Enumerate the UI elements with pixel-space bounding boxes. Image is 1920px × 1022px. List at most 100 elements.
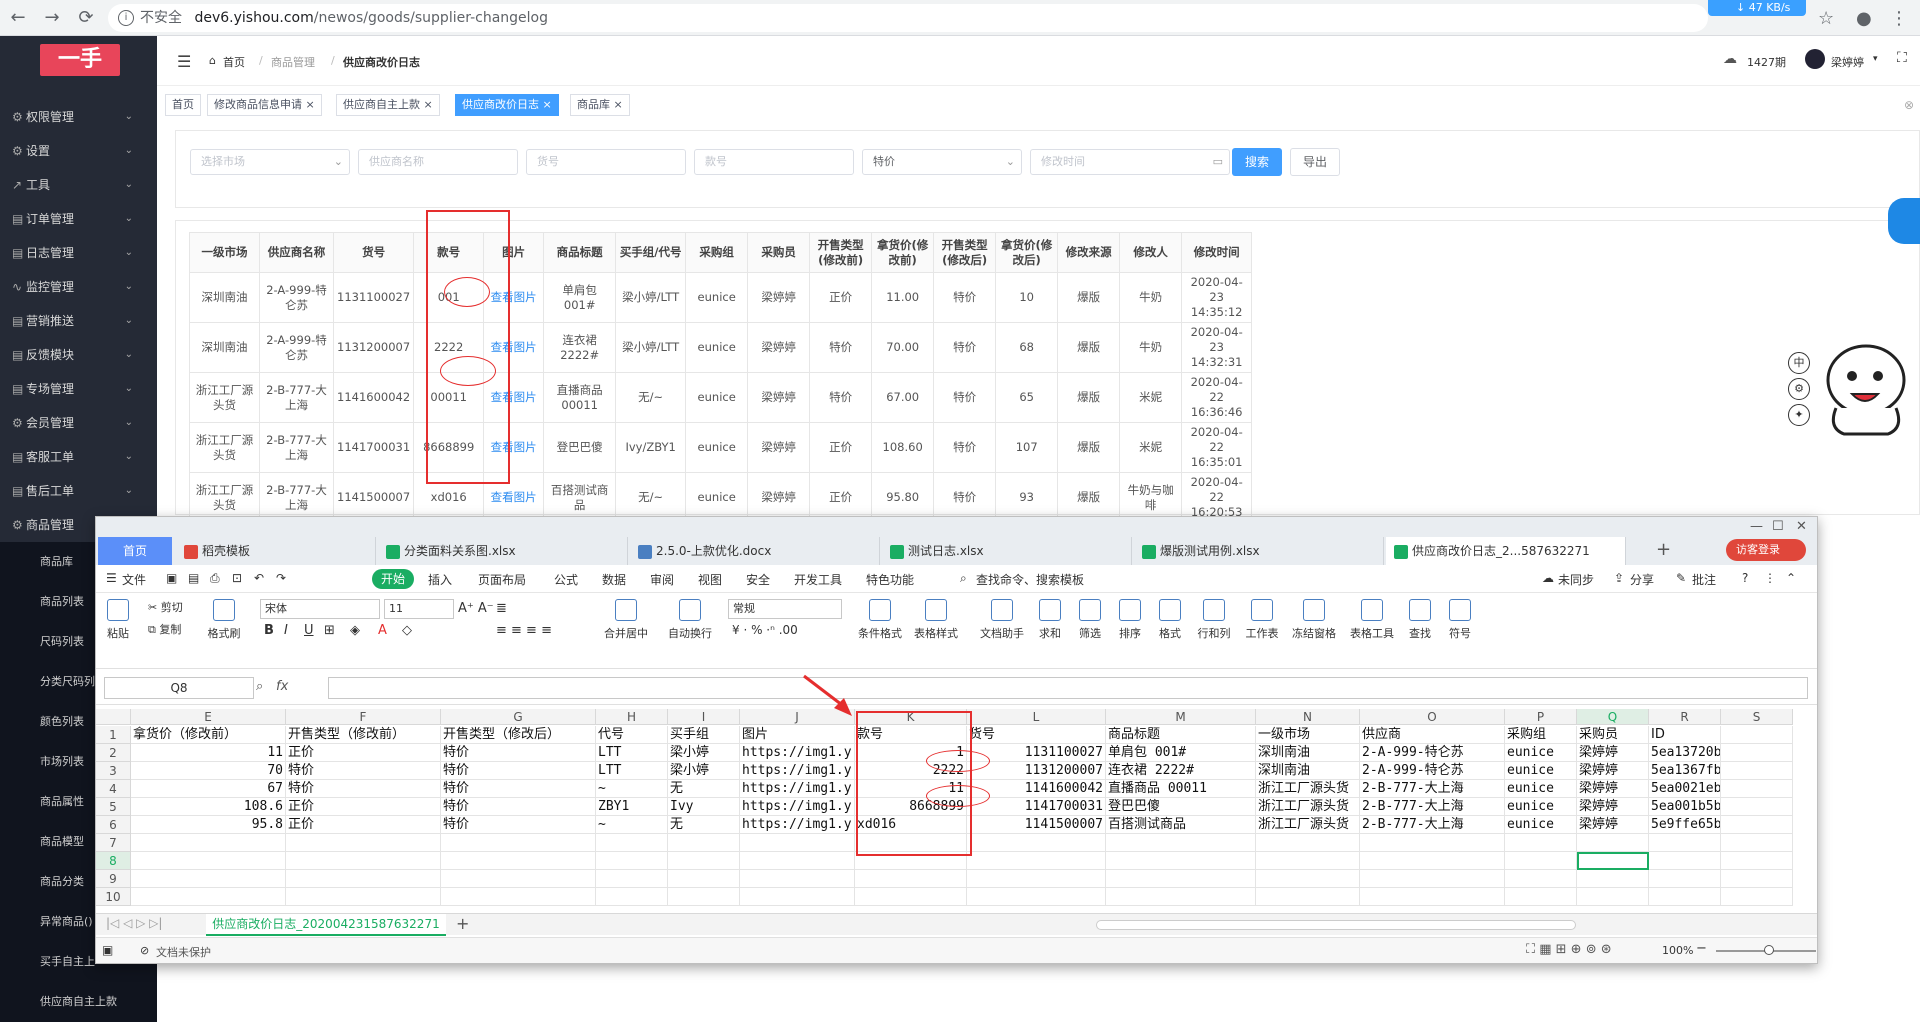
sheet-cell[interactable] xyxy=(967,852,1106,870)
sheet-cell[interactable] xyxy=(1360,888,1505,906)
column-header[interactable]: L xyxy=(967,709,1106,725)
sheet-cell[interactable]: 拿货价（修改前） xyxy=(131,726,286,744)
sheet-cell[interactable]: 95.8 xyxy=(131,816,286,834)
sheet-cell[interactable]: 深圳南油 xyxy=(1256,762,1360,780)
sheet-cell[interactable]: 梁婷婷 xyxy=(1577,816,1649,834)
visitor-login-button[interactable]: 访客登录 xyxy=(1726,539,1806,561)
sum-button[interactable]: 求和 xyxy=(1032,599,1068,641)
menu-features[interactable]: 特色功能 xyxy=(866,571,914,588)
menu-file[interactable]: 文件 xyxy=(122,571,146,588)
column-header[interactable]: 商品标题 xyxy=(543,232,617,273)
sheet-cell[interactable] xyxy=(1505,870,1577,888)
sheet-cell[interactable]: 2-B-777-大上海 xyxy=(1360,780,1505,798)
sheet-cell[interactable]: 梁婷婷 xyxy=(1577,798,1649,816)
column-header[interactable]: P xyxy=(1505,709,1577,725)
preview-icon[interactable]: ⊡ xyxy=(232,571,242,585)
sidebar-item[interactable]: ▤ 售后工单 ⌄ xyxy=(0,474,157,508)
sheet-cell[interactable] xyxy=(131,870,286,888)
sheet-cell[interactable] xyxy=(286,870,441,888)
share-icon[interactable]: ⇪ xyxy=(1614,571,1624,585)
sheet-cell[interactable] xyxy=(668,852,740,870)
sheet-cell[interactable]: 正价 xyxy=(286,798,441,816)
sheet-cell[interactable] xyxy=(286,834,441,852)
sheet-cell[interactable] xyxy=(1721,798,1793,816)
sheet-cell[interactable]: 直播商品 00011 xyxy=(1106,780,1256,798)
close-all-icon[interactable]: ⊗ xyxy=(1904,98,1914,112)
close-icon[interactable]: × xyxy=(614,98,623,111)
number-format-select[interactable]: 常规 xyxy=(728,599,842,619)
sheet-cell[interactable]: https://img1.y xyxy=(740,816,855,834)
save-icon[interactable]: ▣ xyxy=(166,571,177,585)
sheet-cell[interactable] xyxy=(1721,870,1793,888)
row-header[interactable]: 1 xyxy=(96,726,131,744)
sheet-cell[interactable] xyxy=(1505,888,1577,906)
sheet-cell[interactable]: 5ea001b5be2acf0afc5 xyxy=(1649,798,1721,816)
column-header[interactable]: 供应商名称 xyxy=(259,232,334,273)
sheet-cell[interactable]: 图片 xyxy=(740,726,855,744)
sheet-cell[interactable] xyxy=(286,852,441,870)
sheet-cell[interactable] xyxy=(441,888,596,906)
sheet-cell[interactable] xyxy=(1505,834,1577,852)
column-header[interactable]: 采购组 xyxy=(685,232,749,273)
chevron-down-icon[interactable]: ▾ xyxy=(1873,54,1878,64)
sheet-nav-icon[interactable]: |◁ ◁ ▷ ▷| xyxy=(106,916,162,930)
export-pdf-icon[interactable]: ▤ xyxy=(188,571,199,585)
sheet-tab[interactable]: 供应商改价日志_202004231587632271 xyxy=(206,914,446,936)
wps-tab-docer[interactable]: 稻壳模板 xyxy=(176,537,376,565)
sheet-cell[interactable]: 采购员 xyxy=(1577,726,1649,744)
username[interactable]: 梁婷婷 xyxy=(1831,54,1864,70)
sheet-cell[interactable]: 2-B-777-大上海 xyxy=(1360,816,1505,834)
sheet-cell[interactable]: 单肩包 001# xyxy=(1106,744,1256,762)
font-size-select[interactable]: 11 xyxy=(384,599,454,619)
border-icon[interactable]: ⊞ xyxy=(324,623,335,638)
row-header[interactable]: 8 xyxy=(96,852,131,870)
tab-home[interactable]: 首页 xyxy=(165,94,201,116)
macro-icon[interactable]: ▣ xyxy=(102,943,113,957)
sheet-cell[interactable] xyxy=(1577,870,1649,888)
fullscreen-icon[interactable]: ⛶ xyxy=(1897,50,1907,66)
menu-start[interactable]: 开始 xyxy=(372,569,414,589)
sidebar-item[interactable]: ∿ 监控管理 ⌄ xyxy=(0,270,157,304)
sheet-cell[interactable]: https://img1.y xyxy=(740,780,855,798)
sheet-cell[interactable]: 67 xyxy=(131,780,286,798)
sidebar-item[interactable]: ⚙ 权限管理 ⌄ xyxy=(0,100,157,134)
cut-button[interactable]: ✂ 剪切 xyxy=(148,599,183,615)
share-label[interactable]: 分享 xyxy=(1630,571,1654,588)
menu-data[interactable]: 数据 xyxy=(602,571,626,588)
column-header[interactable]: 开售类型(修改后) xyxy=(933,232,997,273)
sheet-cell[interactable]: ZBY1 xyxy=(596,798,668,816)
minimize-icon[interactable]: — xyxy=(1750,519,1763,534)
search-command[interactable]: 查找命令、搜索模板 xyxy=(976,571,1084,588)
clear-format-icon[interactable]: ◇ xyxy=(402,623,412,638)
settings-icon[interactable]: ⚙ xyxy=(1788,378,1810,400)
sheet-cell[interactable] xyxy=(1721,780,1793,798)
sheet-cell[interactable]: eunice xyxy=(1505,744,1577,762)
sidebar-item[interactable]: ⚙ 设置 ⌄ xyxy=(0,134,157,168)
font-color-icon[interactable]: A xyxy=(378,623,387,638)
sheet-cell[interactable]: ID xyxy=(1649,726,1721,744)
column-header[interactable]: N xyxy=(1256,709,1360,725)
sheet-cell[interactable]: 70 xyxy=(131,762,286,780)
menu-security[interactable]: 安全 xyxy=(746,571,770,588)
underline-icon[interactable]: U xyxy=(304,623,314,638)
sheet-cell[interactable] xyxy=(441,834,596,852)
address-bar[interactable]: i 不安全 dev6.yishou.com/newos/goods/suppli… xyxy=(108,4,1708,32)
protect-status[interactable]: 文档未保护 xyxy=(156,944,211,960)
sheet-cell[interactable] xyxy=(1360,852,1505,870)
supplier-input[interactable]: 供应商名称 xyxy=(358,149,518,175)
doc-helper-button[interactable]: 文档助手 xyxy=(976,599,1028,641)
sheet-cell[interactable]: 浙江工厂源头货 xyxy=(1256,798,1360,816)
sheet-cell[interactable]: 无 xyxy=(668,816,740,834)
sheet-cell[interactable]: Ivy xyxy=(668,798,740,816)
sidebar-item[interactable]: ↗ 工具 ⌄ xyxy=(0,168,157,202)
conditional-format-button[interactable]: 条件格式 xyxy=(854,599,906,641)
wrap-text-button[interactable]: 自动换行 xyxy=(660,599,720,641)
sheet-cell[interactable]: 特价 xyxy=(286,780,441,798)
sidebar-subitem[interactable]: 供应商自主上款 xyxy=(0,982,157,1022)
sheet-cell[interactable] xyxy=(1256,888,1360,906)
sheet-cell[interactable] xyxy=(668,834,740,852)
sheet-cell[interactable]: 供应商 xyxy=(1360,726,1505,744)
sheet-cell[interactable] xyxy=(967,834,1106,852)
sheet-cell[interactable] xyxy=(1360,834,1505,852)
sheet-cell[interactable]: https://img1.y xyxy=(740,744,855,762)
